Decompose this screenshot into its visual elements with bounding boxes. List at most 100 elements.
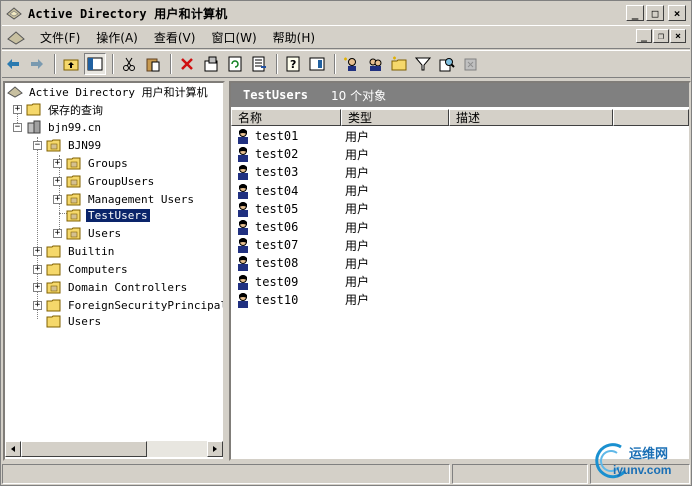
title-bar[interactable]: Active Directory 用户和计算机 _ □ × xyxy=(2,2,690,24)
folder-icon xyxy=(46,245,61,258)
folder-icon xyxy=(46,299,61,312)
show-hide-tree-button[interactable] xyxy=(84,53,106,75)
scroll-right-button[interactable] xyxy=(207,441,223,457)
forward-icon xyxy=(31,59,43,69)
user-row[interactable]: test06 用户 xyxy=(235,218,369,236)
expand-icon[interactable]: + xyxy=(13,105,22,114)
user-type: 用户 xyxy=(345,220,370,235)
properties-button[interactable] xyxy=(200,53,222,75)
expand-icon[interactable]: + xyxy=(53,177,62,186)
export-list-button[interactable] xyxy=(248,53,270,75)
menu-file[interactable]: 文件(F) xyxy=(32,27,88,47)
console-tree[interactable]: Active Directory 用户和计算机 + 保存的查询 − bjn99.… xyxy=(3,81,225,461)
filter-button[interactable] xyxy=(412,53,434,75)
expand-icon[interactable]: + xyxy=(33,265,42,274)
tree-node-ou-bjn99[interactable]: − BJN99 xyxy=(33,137,103,154)
menu-action[interactable]: 操作(A) xyxy=(88,27,146,47)
tree-node-foreign-security-principals[interactable]: + ForeignSecurityPrincipals xyxy=(33,297,223,314)
tree-root[interactable]: Active Directory 用户和计算机 xyxy=(7,83,210,100)
up-one-level-button[interactable] xyxy=(60,53,82,75)
tree-node-computers[interactable]: + Computers xyxy=(33,261,130,278)
scroll-left-icon xyxy=(11,446,15,452)
user-row[interactable]: test09 用户 xyxy=(235,273,369,291)
column-header-filler xyxy=(613,109,689,126)
minimize-button[interactable]: _ xyxy=(626,5,644,21)
user-icon xyxy=(238,256,248,272)
column-header-name[interactable]: 名称 xyxy=(231,109,341,126)
expand-icon[interactable]: + xyxy=(53,229,62,238)
tree-node-builtin[interactable]: + Builtin xyxy=(33,243,116,260)
column-header-description[interactable]: 描述 xyxy=(449,109,613,126)
tree-node-testusers[interactable]: TestUsers xyxy=(66,207,150,224)
details-pane[interactable]: TestUsers 10 个对象 名称 类型 描述 test01 用户 test02… xyxy=(229,81,691,461)
tree-node-groups[interactable]: + Groups xyxy=(53,155,130,172)
user-type: 用户 xyxy=(345,238,370,253)
folder-icon xyxy=(46,263,61,276)
tree-node-management-users[interactable]: + Management Users xyxy=(53,191,196,208)
close-icon: × xyxy=(674,30,682,42)
column-label: 名称 xyxy=(238,111,263,125)
expand-icon[interactable]: + xyxy=(53,159,62,168)
refresh-icon xyxy=(228,56,242,72)
maximize-button[interactable]: □ xyxy=(646,5,664,21)
collapse-icon[interactable]: − xyxy=(33,141,42,150)
user-row[interactable]: test08 用户 xyxy=(235,254,369,272)
user-row[interactable]: test04 用户 xyxy=(235,182,369,200)
delete-button[interactable] xyxy=(176,53,198,75)
user-name: test03 xyxy=(255,165,299,180)
tree-label: Users xyxy=(68,315,102,328)
tree-node-ou-users[interactable]: + Users xyxy=(53,225,123,242)
expand-icon[interactable]: + xyxy=(53,195,62,204)
tree-node-domain-controllers[interactable]: + Domain Controllers xyxy=(33,279,189,296)
cut-button[interactable] xyxy=(118,53,140,75)
expand-icon[interactable]: + xyxy=(33,301,42,310)
folder-icon xyxy=(46,315,61,328)
new-user-button[interactable] xyxy=(340,53,362,75)
expand-icon[interactable]: + xyxy=(33,283,42,292)
column-label: 类型 xyxy=(348,111,373,125)
refresh-button[interactable] xyxy=(224,53,246,75)
child-restore-button[interactable]: ❐ xyxy=(653,29,669,43)
scroll-left-button[interactable] xyxy=(5,441,21,457)
user-row[interactable]: test03 用户 xyxy=(235,163,369,181)
user-row[interactable]: test10 用户 xyxy=(235,291,369,309)
new-group-button[interactable] xyxy=(364,53,386,75)
child-minimize-button[interactable]: _ xyxy=(636,29,652,43)
help-button[interactable]: ? xyxy=(282,53,304,75)
maximize-icon: □ xyxy=(651,6,659,20)
tree-label: bjn99.cn xyxy=(48,121,101,134)
child-close-button[interactable]: × xyxy=(670,29,686,43)
menu-window[interactable]: 窗口(W) xyxy=(203,27,264,47)
menu-help[interactable]: 帮助(H) xyxy=(265,27,323,47)
console-menu-icon[interactable] xyxy=(6,28,26,46)
user-name: test06 xyxy=(255,220,299,234)
column-header-type[interactable]: 类型 xyxy=(341,109,449,126)
find-button[interactable] xyxy=(436,53,458,75)
tree-horizontal-scrollbar[interactable] xyxy=(5,441,223,457)
user-row[interactable]: test05 用户 xyxy=(235,200,369,218)
user-row[interactable]: test02 用户 xyxy=(235,145,369,163)
console-tree-button[interactable] xyxy=(306,53,328,75)
status-pane-main xyxy=(2,464,450,484)
tree-node-groupusers[interactable]: + GroupUsers xyxy=(53,173,156,190)
menu-view[interactable]: 查看(V) xyxy=(146,27,204,47)
paste-button[interactable] xyxy=(142,53,164,75)
scroll-thumb[interactable] xyxy=(21,441,147,457)
collapse-icon[interactable]: − xyxy=(13,123,22,132)
tree-label: Management Users xyxy=(88,193,194,206)
user-icon xyxy=(238,129,248,144)
user-row[interactable]: test01 用户 xyxy=(235,127,369,145)
close-button[interactable]: × xyxy=(668,5,686,21)
back-button[interactable] xyxy=(2,53,24,75)
user-name: test09 xyxy=(255,274,299,289)
tree-node-saved-queries[interactable]: + 保存的查询 xyxy=(13,101,105,118)
expand-icon[interactable]: + xyxy=(33,247,42,256)
watermark-logo: 运维网 iyunv.com xyxy=(591,437,691,485)
new-ou-button[interactable] xyxy=(388,53,410,75)
user-row[interactable]: test07 用户 xyxy=(235,236,369,254)
tree-node-users-container[interactable]: Users xyxy=(46,313,103,330)
tree-node-domain[interactable]: − bjn99.cn xyxy=(13,119,103,136)
paste-icon xyxy=(146,58,160,72)
forward-button[interactable] xyxy=(26,53,48,75)
add-to-group-button[interactable] xyxy=(460,53,482,75)
